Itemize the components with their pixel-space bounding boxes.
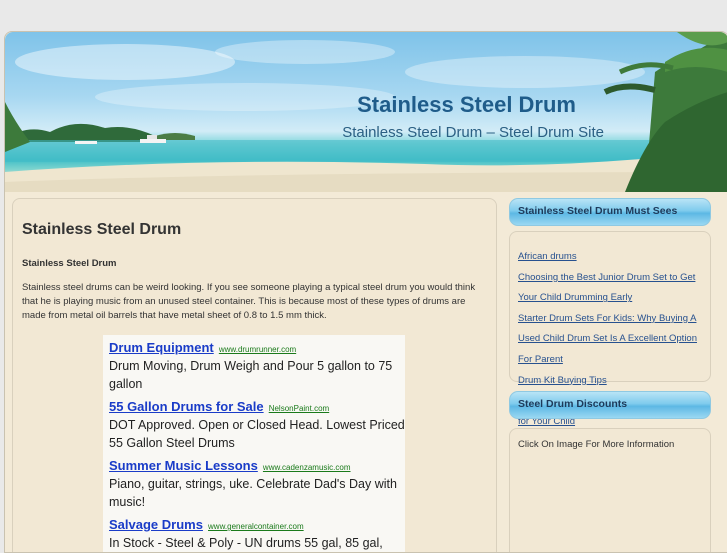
widget-title: Stainless Steel Drum Must Sees [518, 205, 678, 217]
ad-item: 55 Gallon Drums for Sale NelsonPaint.com… [109, 396, 405, 452]
ad-item: Drum Equipment www.drumrunner.com Drum M… [109, 337, 405, 393]
main-content: Stainless Steel Drum Stainless Steel Dru… [12, 198, 497, 552]
post-body-text: Stainless steel drums can be weird looki… [22, 282, 476, 321]
ad-url-link[interactable]: www.drumrunner.com [219, 345, 296, 354]
site-header: Stainless Steel Drum Stainless Steel Dru… [5, 32, 727, 192]
ad-item: Summer Music Lessons www.cadenzamusic.co… [109, 455, 405, 511]
sidebar-link[interactable]: African drums [518, 251, 577, 262]
sidebar-link[interactable]: Starter Drum Sets For Kids: Why Buying A… [518, 313, 697, 365]
list-item: Drum Kit Buying Tips [518, 368, 704, 389]
ad-url-link[interactable]: www.generalcontainer.com [208, 522, 304, 531]
post-subheading: Stainless Steel Drum [22, 258, 117, 269]
ad-url-link[interactable]: NelsonPaint.com [269, 404, 329, 413]
sidebar-link[interactable]: Choosing the Best Junior Drum Set to Get… [518, 272, 695, 304]
site-title[interactable]: Stainless Steel Drum [357, 92, 576, 118]
widget-body-discounts: Click On Image For More Information [509, 428, 711, 552]
ad-title-link[interactable]: Drum Equipment [109, 340, 214, 355]
sidebar-link[interactable]: Drum Kit Buying Tips [518, 375, 607, 386]
list-item: African drums [518, 244, 704, 265]
widget-header-must-sees: Stainless Steel Drum Must Sees [509, 198, 711, 226]
ad-title-link[interactable]: 55 Gallon Drums for Sale [109, 399, 264, 414]
ad-description: DOT Approved. Open or Closed Head. Lowes… [109, 418, 405, 450]
widget-header-discounts: Steel Drum Discounts [509, 391, 711, 419]
post-title[interactable]: Stainless Steel Drum [22, 221, 181, 239]
ad-block: Drum Equipment www.drumrunner.com Drum M… [103, 335, 405, 552]
site-description: Stainless Steel Drum – Steel Drum Site [342, 124, 604, 141]
list-item: Starter Drum Sets For Kids: Why Buying A… [518, 306, 704, 368]
ad-item: Salvage Drums www.generalcontainer.com I… [109, 514, 405, 552]
ad-title-link[interactable]: Salvage Drums [109, 517, 203, 532]
widget-title: Steel Drum Discounts [518, 398, 628, 410]
list-item: Choosing the Best Junior Drum Set to Get… [518, 265, 704, 306]
ad-description: Piano, guitar, strings, uke. Celebrate D… [109, 477, 397, 509]
widget-body-must-sees: African drums Choosing the Best Junior D… [509, 231, 711, 427]
ad-url-link[interactable]: www.cadenzamusic.com [263, 463, 351, 472]
ad-title-link[interactable]: Summer Music Lessons [109, 458, 258, 473]
ad-description: In Stock - Steel & Poly - UN drums 55 ga… [109, 536, 383, 550]
ad-description: Drum Moving, Drum Weigh and Pour 5 gallo… [109, 359, 393, 391]
page-wrapper: Stainless Steel Drum Stainless Steel Dru… [4, 31, 727, 553]
discount-note: Click On Image For More Information [518, 439, 675, 450]
